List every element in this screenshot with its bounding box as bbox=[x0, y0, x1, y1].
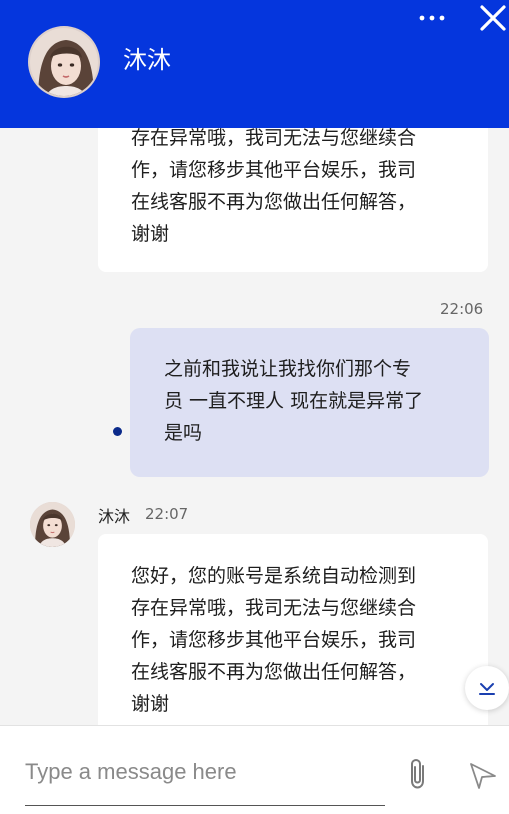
input-underline bbox=[25, 805, 385, 806]
message-line: 是吗 bbox=[164, 422, 203, 444]
message-line: 您好，您的账号是系统自动检测到 bbox=[131, 565, 417, 587]
message-line: 存在异常哦，我司无法与您继续合 bbox=[131, 597, 417, 619]
message-line: 存在异常哦，我司无法与您继续合 bbox=[131, 128, 417, 149]
agent-message: 存在异常哦，我司无法与您继续合 作，请您移步其他平台娱乐，我司 在线客服不再为您… bbox=[98, 128, 488, 272]
user-message: 之前和我说让我找你们那个专 员 一直不理人 现在就是异常了 是吗 bbox=[130, 328, 489, 477]
attach-icon bbox=[411, 758, 424, 789]
message-line: 作，请您移步其他平台娱乐，我司 bbox=[131, 629, 417, 651]
message-input[interactable] bbox=[25, 752, 385, 792]
chat-header: 沐沐 bbox=[0, 0, 509, 128]
chat-window: 沐沐 存在异常哦，我司无法与您继续合 作，请您移步其他平台娱乐，我司 在线客服不… bbox=[0, 0, 509, 814]
more-icon bbox=[419, 15, 445, 21]
scroll-down-icon bbox=[479, 683, 495, 695]
agent-avatar bbox=[28, 26, 100, 98]
message-line: 谢谢 bbox=[131, 693, 170, 715]
message-line: 作，请您移步其他平台娱乐，我司 bbox=[131, 159, 417, 181]
sent-status-dot bbox=[113, 427, 122, 436]
send-button[interactable] bbox=[468, 760, 498, 790]
message-line: 谢谢 bbox=[131, 223, 170, 245]
message-time: 22:06 bbox=[440, 300, 484, 318]
more-options-button[interactable] bbox=[416, 8, 448, 28]
message-time: 22:07 bbox=[145, 505, 189, 523]
message-line: 在线客服不再为您做出任何解答， bbox=[131, 191, 417, 213]
attach-button[interactable] bbox=[403, 756, 433, 792]
message-list[interactable]: 存在异常哦，我司无法与您继续合 作，请您移步其他平台娱乐，我司 在线客服不再为您… bbox=[0, 128, 509, 725]
agent-message: 您好，您的账号是系统自动检测到 存在异常哦，我司无法与您继续合 作，请您移步其他… bbox=[98, 534, 488, 725]
close-button[interactable] bbox=[477, 2, 509, 34]
message-line: 员 一直不理人 现在就是异常了 bbox=[164, 390, 424, 412]
scroll-to-bottom-button[interactable] bbox=[465, 666, 509, 710]
close-icon bbox=[480, 5, 506, 31]
message-line: 之前和我说让我找你们那个专 bbox=[164, 358, 412, 380]
agent-name: 沐沐 bbox=[123, 46, 171, 74]
sender-name: 沐沐 bbox=[98, 507, 131, 526]
message-line: 在线客服不再为您做出任何解答， bbox=[131, 661, 417, 683]
agent-avatar-small bbox=[30, 502, 75, 547]
message-composer bbox=[0, 725, 509, 814]
send-icon bbox=[470, 763, 496, 789]
